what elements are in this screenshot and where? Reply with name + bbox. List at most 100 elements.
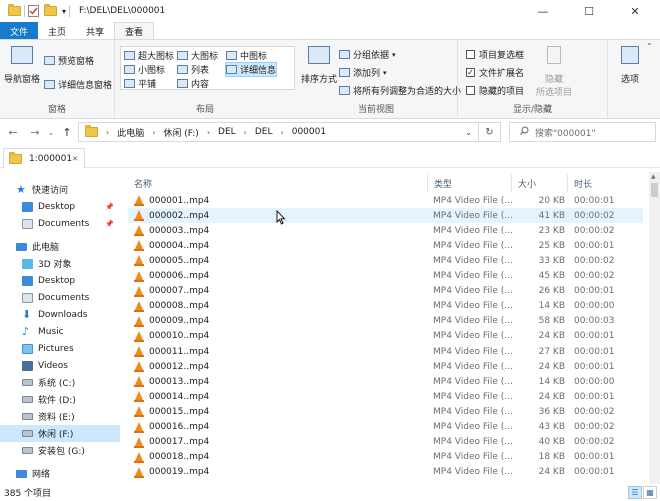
- tab-home[interactable]: 主页: [38, 22, 76, 40]
- file-row[interactable]: 000010..mp4 MP4 Video File (... 24 KB 00:00…: [128, 329, 643, 344]
- options-button[interactable]: 选项: [614, 46, 646, 85]
- layout-small-icons[interactable]: 小图标: [124, 63, 165, 76]
- file-row[interactable]: 000014..mp4 MP4 Video File (... 24 KB 00:00…: [128, 389, 643, 404]
- file-row[interactable]: 000005..mp4 MP4 Video File (... 33 KB 00:00…: [128, 253, 643, 268]
- close-icon[interactable]: ✕: [72, 155, 78, 163]
- nav-drive-f[interactable]: 休闲 (F:): [0, 425, 120, 442]
- layout-tiles[interactable]: 平铺: [124, 77, 156, 90]
- recent-locations-dropdown[interactable]: ⌄: [44, 128, 58, 137]
- file-row[interactable]: 000009..mp4 MP4 Video File (... 58 KB 00:00…: [128, 314, 643, 329]
- file-row[interactable]: 000006..mp4 MP4 Video File (... 45 KB 00:00…: [128, 269, 643, 284]
- refresh-button[interactable]: ↻: [478, 123, 500, 141]
- column-header-name[interactable]: 名称: [128, 174, 428, 192]
- file-row[interactable]: 000011..mp4 MP4 Video File (... 27 KB 00:00…: [128, 344, 643, 359]
- fit-columns-button[interactable]: 将所有列调整为合适的大小: [339, 84, 461, 97]
- file-row[interactable]: 000002..mp4 MP4 Video File (... 41 KB 00:00…: [128, 208, 643, 224]
- nav-drive-e[interactable]: 资料 (E:): [0, 408, 120, 425]
- close-button[interactable]: ✕: [612, 0, 658, 22]
- desktop-icon: [22, 201, 33, 212]
- nav-documents[interactable]: Documents: [0, 289, 120, 306]
- up-button[interactable]: ↑: [60, 126, 74, 139]
- nav-quick-access[interactable]: ★ 快速访问: [0, 181, 120, 198]
- ribbon-collapse-icon[interactable]: ⌃: [646, 42, 653, 51]
- file-row[interactable]: 000017..mp4 MP4 Video File (... 40 KB 00:00…: [128, 435, 643, 450]
- details-pane-button[interactable]: 详细信息窗格: [44, 78, 112, 91]
- address-bar[interactable]: › 此电脑 › 休闲 (F:) › DEL › DEL › 000001 ⌄ ↻: [78, 122, 501, 142]
- back-button[interactable]: ←: [6, 126, 20, 139]
- large-icons-view-button[interactable]: ▦: [643, 486, 657, 499]
- nav-pictures[interactable]: Pictures: [0, 340, 120, 357]
- nav-pane-button[interactable]: 导航窗格: [4, 46, 40, 85]
- breadcrumb-del-2[interactable]: DEL: [255, 127, 273, 137]
- file-row[interactable]: 000001..mp4 MP4 Video File (... 20 KB 00:00…: [128, 193, 643, 208]
- breadcrumb-drive-f[interactable]: 休闲 (F:): [163, 126, 198, 139]
- item-checkboxes-checkbox[interactable]: [466, 50, 475, 59]
- file-row[interactable]: 000013..mp4 MP4 Video File (... 14 KB 00:00…: [128, 374, 643, 389]
- maximize-button[interactable]: ☐: [566, 0, 612, 22]
- file-row[interactable]: 000019..mp4 MP4 Video File (... 24 KB 00:00…: [128, 465, 643, 480]
- search-box[interactable]: 搜索"000001": [509, 122, 656, 142]
- nav-music[interactable]: ♪ Music: [0, 323, 120, 340]
- sort-by-button[interactable]: 排序方式: [301, 46, 337, 85]
- file-row[interactable]: 000012..mp4 MP4 Video File (... 24 KB 00:00…: [128, 359, 643, 374]
- new-folder-icon[interactable]: [44, 4, 57, 16]
- file-row[interactable]: 000018..mp4 MP4 Video File (... 18 KB 00:00…: [128, 450, 643, 465]
- layout-medium-icons[interactable]: 中图标: [226, 49, 267, 62]
- hide-selected-button[interactable]: 隐藏 所选项目: [534, 46, 574, 98]
- file-extensions-toggle[interactable]: ✓ 文件扩展名: [466, 66, 524, 79]
- scrollbar-thumb[interactable]: [651, 183, 658, 197]
- file-duration: 00:00:01: [574, 391, 615, 402]
- nav-3d-objects[interactable]: 3D 对象: [0, 255, 120, 272]
- layout-extra-large-icons[interactable]: 超大图标: [124, 49, 174, 62]
- nav-network[interactable]: 网络: [0, 465, 120, 482]
- file-extensions-checkbox[interactable]: ✓: [466, 68, 475, 77]
- hidden-items-checkbox[interactable]: [466, 86, 475, 95]
- minimize-button[interactable]: —: [520, 0, 566, 22]
- file-row[interactable]: 000008..mp4 MP4 Video File (... 14 KB 00:00…: [128, 299, 643, 314]
- layout-content[interactable]: 内容: [177, 77, 209, 90]
- layout-list[interactable]: 列表: [177, 63, 209, 76]
- quick-access-dropdown-icon[interactable]: ▾: [62, 7, 66, 16]
- nav-this-pc[interactable]: 此电脑: [0, 238, 120, 255]
- preview-pane-button[interactable]: 预览窗格: [44, 54, 94, 67]
- tab-file[interactable]: 文件: [0, 22, 38, 40]
- tab-share[interactable]: 共享: [76, 22, 114, 40]
- file-row[interactable]: 000016..mp4 MP4 Video File (... 43 KB 00:00…: [128, 420, 643, 435]
- file-row[interactable]: 000004..mp4 MP4 Video File (... 25 KB 00:00…: [128, 238, 643, 253]
- folder-tab[interactable]: 1:000001 ✕: [3, 148, 85, 168]
- nav-drive-d[interactable]: 软件 (D:): [0, 391, 120, 408]
- nav-drive-g[interactable]: 安装包 (G:): [0, 442, 120, 459]
- nav-desktop[interactable]: Desktop: [0, 272, 120, 289]
- vertical-scrollbar[interactable]: ▲: [649, 172, 660, 484]
- breadcrumb-del-1[interactable]: DEL: [218, 127, 236, 137]
- file-row[interactable]: 000003..mp4 MP4 Video File (... 23 KB 00:00…: [128, 223, 643, 238]
- scroll-up-arrow-icon[interactable]: ▲: [651, 173, 656, 180]
- pin-icon[interactable]: 📌: [105, 220, 114, 228]
- nav-videos[interactable]: Videos: [0, 357, 120, 374]
- nav-drive-c[interactable]: 系统 (C:): [0, 374, 120, 391]
- item-checkboxes-toggle[interactable]: 项目复选框: [466, 48, 524, 61]
- file-row[interactable]: 000015..mp4 MP4 Video File (... 36 KB 00:00…: [128, 404, 643, 419]
- column-header-size[interactable]: 大小: [512, 174, 568, 192]
- layout-details[interactable]: 详细信息: [225, 62, 278, 77]
- breadcrumb-000001[interactable]: 000001: [292, 127, 326, 137]
- pin-icon[interactable]: 📌: [105, 203, 114, 211]
- breadcrumb-this-pc[interactable]: 此电脑: [117, 126, 144, 139]
- hidden-items-toggle[interactable]: 隐藏的项目: [466, 84, 524, 97]
- details-view-button[interactable]: ☰: [628, 486, 642, 499]
- nav-downloads[interactable]: ⬇ Downloads: [0, 306, 120, 323]
- column-header-type[interactable]: 类型: [428, 174, 512, 192]
- file-row[interactable]: 000007..mp4 MP4 Video File (... 26 KB 00:00…: [128, 284, 643, 299]
- address-dropdown-button[interactable]: ⌄: [465, 128, 472, 137]
- file-type: MP4 Video File (...: [433, 316, 513, 327]
- nav-qa-desktop[interactable]: Desktop 📌: [0, 198, 120, 215]
- layout-large-icons[interactable]: 大图标: [177, 49, 218, 62]
- nav-qa-documents[interactable]: Documents 📌: [0, 215, 120, 232]
- tab-view[interactable]: 查看: [114, 22, 155, 40]
- file-size: 26 KB: [538, 286, 565, 297]
- add-column-button[interactable]: 添加列 ▾: [339, 66, 387, 79]
- group-by-button[interactable]: 分组依据 ▾: [339, 48, 396, 61]
- forward-button[interactable]: →: [28, 126, 42, 139]
- column-header-duration[interactable]: 时长: [568, 174, 644, 192]
- properties-icon[interactable]: [28, 5, 39, 17]
